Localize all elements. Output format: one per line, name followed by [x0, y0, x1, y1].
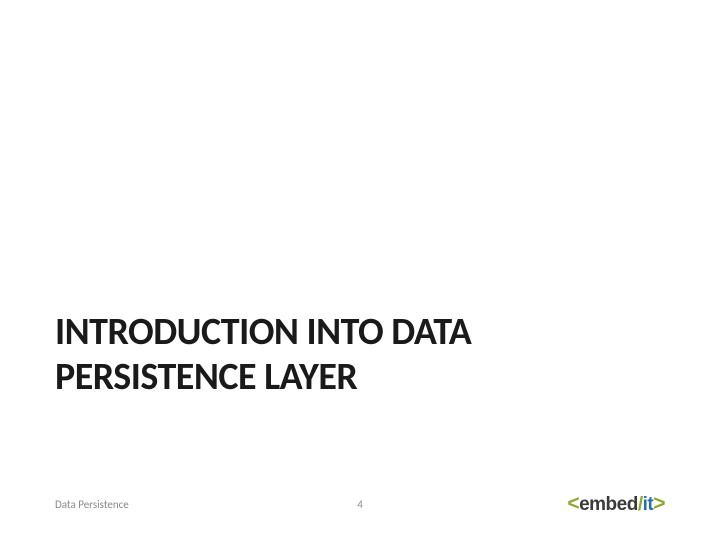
- embedit-logo: < embed / it >: [567, 492, 665, 516]
- logo-bracket-close: >: [653, 492, 665, 516]
- footer-logo-area: < embed / it >: [567, 492, 665, 516]
- logo-text-embed: embed: [579, 494, 638, 516]
- logo-text-it: it: [643, 494, 654, 516]
- content-area: INTRODUCTION INTO DATA PERSISTENCE LAYER: [0, 0, 720, 540]
- slide: INTRODUCTION INTO DATA PERSISTENCE LAYER…: [0, 0, 720, 540]
- footer-title: Data Persistence: [55, 498, 129, 511]
- logo-bracket-open: <: [567, 492, 579, 516]
- page-number: 4: [357, 498, 363, 511]
- slide-heading: INTRODUCTION INTO DATA PERSISTENCE LAYER: [55, 310, 665, 400]
- footer: Data Persistence 4 < embed / it >: [0, 492, 720, 516]
